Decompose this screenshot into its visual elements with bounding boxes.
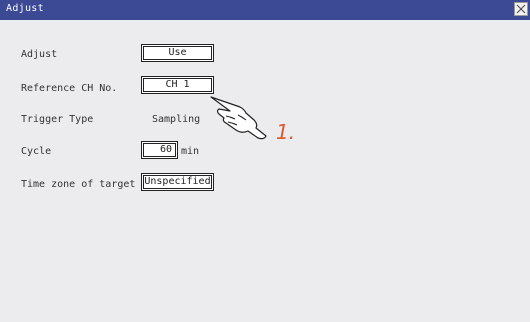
- close-button[interactable]: [514, 2, 528, 16]
- cycle-value: 60: [143, 143, 176, 157]
- cycle-unit: min: [181, 146, 200, 157]
- trigger-type-value: Sampling: [152, 114, 201, 125]
- adjust-value: Use: [143, 46, 212, 60]
- time-zone-label: Time zone of target: [21, 179, 136, 190]
- step-number: 1.: [276, 120, 296, 144]
- reference-ch-value: CH 1: [143, 78, 212, 92]
- cycle-input[interactable]: 60: [141, 141, 178, 159]
- trigger-type-label: Trigger Type: [21, 114, 94, 125]
- close-icon: [516, 4, 526, 14]
- reference-ch-button[interactable]: CH 1: [141, 76, 214, 94]
- adjust-button[interactable]: Use: [141, 44, 214, 62]
- time-zone-button[interactable]: Unspecified: [141, 173, 214, 191]
- window-title: Adjust: [6, 3, 44, 14]
- pointing-hand-icon: [210, 96, 267, 140]
- title-bar: Adjust: [0, 0, 530, 20]
- reference-ch-label: Reference CH No.: [21, 83, 118, 94]
- time-zone-value: Unspecified: [143, 175, 212, 189]
- adjust-label: Adjust: [21, 49, 58, 60]
- settings-panel: Adjust Use Reference CH No. CH 1 Trigger…: [0, 20, 530, 322]
- cycle-label: Cycle: [21, 146, 52, 157]
